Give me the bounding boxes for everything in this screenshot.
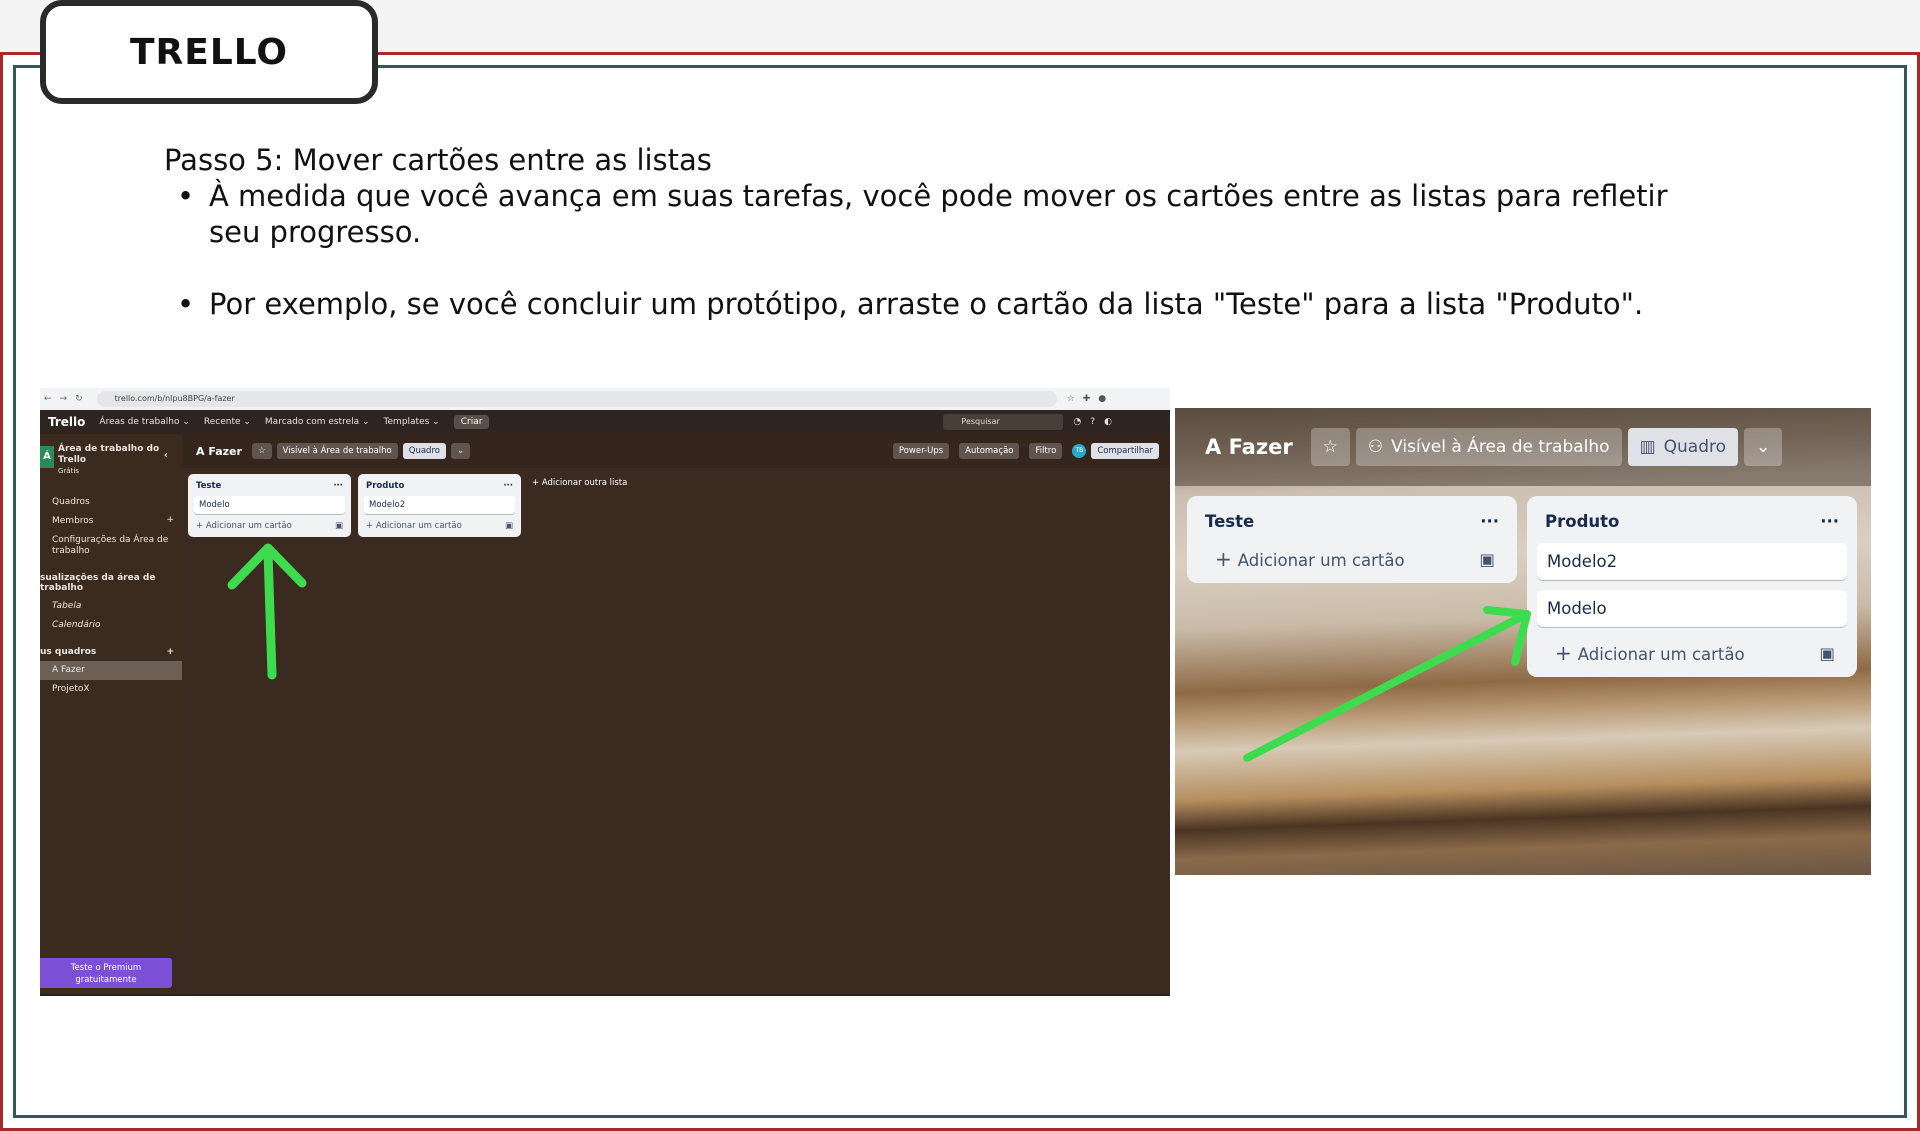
filter-button[interactable]: Filtro xyxy=(1029,443,1063,459)
view-board-button[interactable]: ▥ Quadro xyxy=(1627,428,1739,466)
visibility-button[interactable]: ⚇ Visível à Área de trabalho xyxy=(1355,428,1622,466)
address-bar[interactable]: trello.com/b/nlpu8BPG/a-fazer xyxy=(96,391,1057,407)
star-icon[interactable]: ☆ xyxy=(1067,394,1075,404)
create-button[interactable]: Criar xyxy=(453,415,490,429)
add-card-button[interactable]: + Adicionar um cartão ▣ xyxy=(194,519,345,531)
slide: TRELLO Passo 5: Mover cartões entre as l… xyxy=(0,0,1920,1131)
people-icon: ⚇ xyxy=(1367,437,1384,457)
bullet-item: À medida que você avança em suas tarefas… xyxy=(164,178,1724,250)
board-title[interactable]: A Fazer xyxy=(196,445,242,458)
add-member-icon[interactable]: + xyxy=(166,515,174,526)
automation-button[interactable]: Automação xyxy=(959,443,1020,459)
list-header: Teste ··· xyxy=(1205,512,1499,531)
screenshot-zoomed-board: A Fazer ☆ ⚇ Visível à Área de trabalho ▥ Q… xyxy=(1175,408,1871,875)
view-board-button[interactable]: Quadro xyxy=(402,443,446,459)
list-menu-icon[interactable]: ··· xyxy=(1820,512,1839,531)
nav-starred[interactable]: Marcado com estrela ⌄ xyxy=(265,417,370,427)
star-board-icon[interactable]: ☆ xyxy=(251,443,272,459)
list-teste: Teste ··· Modelo + Adicionar um cartão ▣ xyxy=(188,474,351,537)
step-heading: Passo 5: Mover cartões entre as listas xyxy=(164,143,712,177)
board-title[interactable]: A Fazer xyxy=(1205,435,1293,459)
sidebar-board-a-fazer[interactable]: A Fazer xyxy=(40,661,182,680)
nav-templates[interactable]: Templates ⌄ xyxy=(384,417,440,427)
theme-icon[interactable]: ◐ xyxy=(1104,417,1112,427)
nav-icons: ◔ ? ◐ xyxy=(1073,417,1112,427)
list-menu-icon[interactable]: ··· xyxy=(1480,512,1499,531)
template-icon[interactable]: ▣ xyxy=(1819,644,1835,663)
workspace-header: Á Área de trabalho do Trello Grátis ‹ xyxy=(40,434,182,485)
back-icon[interactable]: ← xyxy=(44,394,52,404)
sidebar-item-table[interactable]: Tabela xyxy=(40,597,182,616)
list-produto: Produto ··· Modelo2 Modelo + Adicionar um … xyxy=(1527,496,1857,677)
star-board-icon[interactable]: ☆ xyxy=(1310,428,1350,466)
browser-icons: ☆ ✚ ● xyxy=(1067,394,1106,404)
workspace-sidebar: Á Área de trabalho do Trello Grátis ‹ Qu… xyxy=(40,434,182,994)
template-icon[interactable]: ▣ xyxy=(1479,550,1495,569)
add-list-button[interactable]: + Adicionar outra lista xyxy=(532,478,627,488)
card[interactable]: Modelo2 xyxy=(364,496,515,514)
list-menu-icon[interactable]: ··· xyxy=(333,481,343,491)
add-board-icon[interactable]: + xyxy=(166,647,174,657)
nav-workspaces[interactable]: Áreas de trabalho ⌄ xyxy=(99,417,189,427)
board-canvas: Teste ··· Modelo + Adicionar um cartão ▣ P… xyxy=(182,468,1170,994)
boards-heading: us quadros + xyxy=(40,647,174,657)
template-icon[interactable]: ▣ xyxy=(335,521,343,531)
nav-recent[interactable]: Recente ⌄ xyxy=(204,417,251,427)
sidebar-item-boards[interactable]: Quadros xyxy=(40,493,182,512)
step-text: Passo 5: Mover cartões entre as listas À… xyxy=(164,142,1724,322)
card[interactable]: Modelo2 xyxy=(1537,543,1847,580)
search-input[interactable]: Pesquisar xyxy=(943,414,1064,430)
workspace-name: Área de trabalho do Trello xyxy=(58,444,160,465)
add-card-button[interactable]: + Adicionar um cartão ▣ xyxy=(1537,637,1847,665)
forward-icon[interactable]: → xyxy=(60,394,68,404)
views-heading: sualizações da área de trabalho xyxy=(40,573,156,593)
slide-title: TRELLO xyxy=(129,31,289,73)
template-icon[interactable]: ▣ xyxy=(505,521,513,531)
step-bullets: À medida que você avança em suas tarefas… xyxy=(164,178,1724,322)
premium-trial-button[interactable]: Teste o Premium gratuitamente xyxy=(40,958,172,988)
screenshot-full-board: ← → ↻ trello.com/b/nlpu8BPG/a-fazer ☆ ✚ … xyxy=(40,388,1170,996)
board-header-actions: Power-Ups Automação Filtro TB Compartilh… xyxy=(892,443,1164,459)
collapse-icon[interactable]: ‹ xyxy=(164,450,168,461)
add-card-button[interactable]: + Adicionar um cartão ▣ xyxy=(1197,543,1507,571)
powerups-button[interactable]: Power-Ups xyxy=(892,443,950,459)
workspace-plan: Grátis xyxy=(58,467,79,475)
workspace-avatar: Á xyxy=(40,446,54,468)
list-produto: Produto ··· Modelo2 + Adicionar um cartão… xyxy=(358,474,521,537)
sidebar-item-settings[interactable]: Configurações da Área de trabalho xyxy=(40,531,182,561)
list-header: Teste ··· xyxy=(196,481,343,491)
trello-navbar: Trello Áreas de trabalho ⌄ Recente ⌄ Mar… xyxy=(40,410,1170,434)
trello-logo[interactable]: Trello xyxy=(48,415,85,429)
share-button[interactable]: Compartilhar xyxy=(1091,443,1159,459)
visibility-button[interactable]: Visível à Área de trabalho xyxy=(276,443,398,459)
extension-icon[interactable]: ✚ xyxy=(1083,394,1091,404)
list-header: Produto ··· xyxy=(366,481,513,491)
list-menu-icon[interactable]: ··· xyxy=(503,481,513,491)
sidebar-item-members[interactable]: Membros + xyxy=(40,512,182,531)
help-icon[interactable]: ? xyxy=(1090,417,1095,427)
view-switcher-chevron-icon[interactable]: ⌄ xyxy=(450,443,471,459)
list-teste: Teste ··· + Adicionar um cartão ▣ xyxy=(1187,496,1517,583)
member-avatar[interactable]: TB xyxy=(1072,444,1087,458)
board-header: A Fazer ☆ Visível à Área de trabalho Qua… xyxy=(182,434,1170,468)
board-header: A Fazer ☆ ⚇ Visível à Área de trabalho ▥ Q… xyxy=(1175,408,1871,486)
view-switcher-chevron-icon[interactable]: ⌄ xyxy=(1744,428,1783,466)
title-tab: TRELLO xyxy=(40,0,378,104)
browser-toolbar: ← → ↻ trello.com/b/nlpu8BPG/a-fazer ☆ ✚ … xyxy=(40,388,1170,410)
list-header: Produto ··· xyxy=(1545,512,1839,531)
add-card-button[interactable]: + Adicionar um cartão ▣ xyxy=(364,519,515,531)
reload-icon[interactable]: ↻ xyxy=(75,394,83,404)
bell-icon[interactable]: ◔ xyxy=(1073,417,1081,427)
board-icon: ▥ xyxy=(1639,437,1656,457)
profile-icon[interactable]: ● xyxy=(1098,394,1106,404)
bullet-item: Por exemplo, se você concluir um protóti… xyxy=(164,286,1724,322)
card[interactable]: Modelo xyxy=(1537,590,1847,627)
sidebar-board-projetox[interactable]: ProjetoX xyxy=(40,680,182,699)
card[interactable]: Modelo xyxy=(194,496,345,514)
sidebar-item-calendar[interactable]: Calendário xyxy=(40,616,182,635)
